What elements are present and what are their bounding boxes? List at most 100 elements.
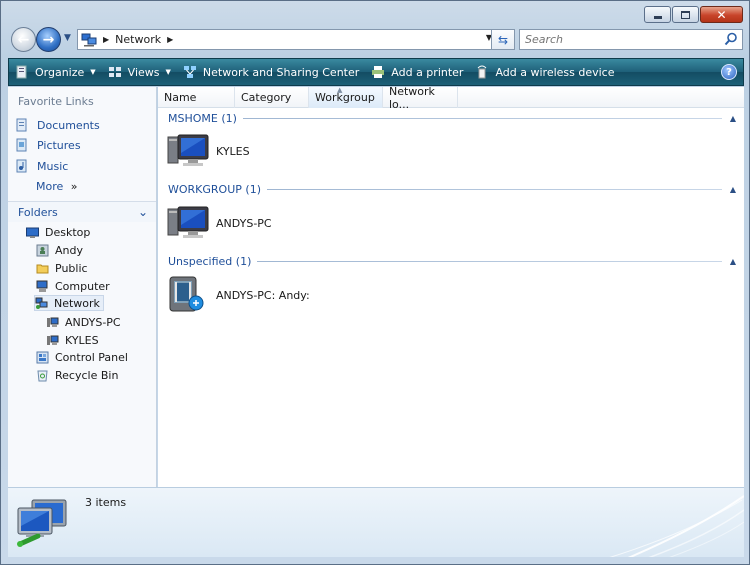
list-item[interactable]: KYLES <box>166 131 250 171</box>
favorite-label: Documents <box>37 118 100 132</box>
collapse-icon[interactable]: ▲ <box>726 257 740 266</box>
pictures-icon <box>16 138 27 152</box>
collapse-icon[interactable]: ▲ <box>726 114 740 123</box>
column-label: Name <box>164 91 197 104</box>
search-input[interactable] <box>520 33 710 46</box>
chevron-down-icon: ▼ <box>165 68 171 76</box>
organize-button[interactable]: Organize ▼ <box>9 58 102 86</box>
column-label: Workgroup <box>315 91 375 104</box>
tree-item-desktop[interactable]: Desktop <box>26 224 90 240</box>
views-button[interactable]: Views ▼ <box>102 58 177 86</box>
tree-label: Recycle Bin <box>55 368 119 382</box>
help-button[interactable]: ? <box>721 64 737 80</box>
computer-icon <box>36 280 48 292</box>
group-divider <box>242 117 722 119</box>
column-label: Category <box>241 91 292 104</box>
favorite-music[interactable]: Music <box>15 159 68 173</box>
tree-item-andy[interactable]: Andy <box>36 242 83 258</box>
group-title: WORKGROUP (1) <box>168 182 261 196</box>
add-printer-label: Add a printer <box>391 65 464 79</box>
explorer-window: ✕ ← → ▼ ▶ Network ▶ ▼ ⇆ Search Organize … <box>0 0 750 565</box>
item-label: KYLES <box>216 144 250 158</box>
tree-item-kyles[interactable]: KYLES <box>46 332 99 348</box>
close-icon: ✕ <box>716 7 727 22</box>
minimize-button[interactable] <box>644 6 671 23</box>
recent-pages-dropdown-icon[interactable]: ▼ <box>64 33 71 43</box>
tree-item-computer[interactable]: Computer <box>36 278 110 294</box>
control-panel-icon <box>36 351 49 363</box>
tree-item-public[interactable]: Public <box>36 260 88 276</box>
list-item[interactable]: ANDYS-PC: Andy: <box>166 275 310 315</box>
forward-arrow-icon: → <box>42 31 55 48</box>
back-arrow-icon: ← <box>17 31 30 48</box>
back-button[interactable]: ← <box>11 27 36 52</box>
column-headers: Name Category ▲ Workgroup Network lo... <box>158 84 744 111</box>
search-icon[interactable] <box>724 32 738 46</box>
desktop-icon <box>26 227 39 238</box>
address-bar[interactable]: ▶ Network ▶ ▼ <box>77 29 499 50</box>
refresh-button[interactable]: ⇆ <box>491 29 515 50</box>
favorite-pictures[interactable]: Pictures <box>15 138 81 152</box>
favorite-label: Pictures <box>37 138 81 152</box>
printer-icon <box>372 66 385 78</box>
folder-icon <box>36 264 49 273</box>
tree-item-network[interactable]: Network <box>34 295 104 311</box>
wireless-device-icon <box>478 65 487 79</box>
tree-item-control-panel[interactable]: Control Panel <box>36 349 128 365</box>
group-divider <box>257 260 722 262</box>
group-header-mshome[interactable]: MSHOME (1) ▲ <box>168 111 740 125</box>
search-box[interactable] <box>519 29 743 50</box>
list-item[interactable]: ANDYS-PC <box>166 203 272 243</box>
tree-label: Computer <box>55 279 110 293</box>
close-button[interactable]: ✕ <box>700 6 743 23</box>
user-folder-icon <box>36 244 49 256</box>
group-divider <box>266 188 722 190</box>
pc-icon <box>47 317 59 327</box>
organize-label: Organize <box>35 65 85 79</box>
network-sharing-center-label: Network and Sharing Center <box>202 65 360 79</box>
column-header-workgroup[interactable]: ▲ Workgroup <box>309 86 383 108</box>
breadcrumb-network[interactable]: Network <box>115 33 161 46</box>
chevron-down-icon: ▼ <box>90 68 96 76</box>
maximize-icon <box>681 10 690 19</box>
navigation-bar: ← → ▼ ▶ Network ▶ ▼ ⇆ <box>9 27 743 53</box>
tree-label: ANDYS-PC <box>65 315 121 329</box>
forward-button[interactable]: → <box>36 27 61 52</box>
add-printer-button[interactable]: Add a printer <box>365 58 469 86</box>
breadcrumb-separator-icon[interactable]: ▶ <box>103 35 109 44</box>
folders-header[interactable]: Folders ⌄ <box>8 201 156 222</box>
add-wireless-device-button[interactable]: Add a wireless device <box>469 58 620 86</box>
chevron-down-icon: ⌄ <box>137 205 148 219</box>
tree-label: Andy <box>55 243 83 257</box>
favorite-label: Music <box>37 159 69 173</box>
computer-icon <box>167 134 209 166</box>
network-sharing-center-button[interactable]: Network and Sharing Center <box>177 58 365 86</box>
favorite-documents[interactable]: Documents <box>15 118 100 132</box>
caption-buttons: ✕ <box>644 6 743 23</box>
collapse-icon[interactable]: ▲ <box>726 185 740 194</box>
group-header-workgroup[interactable]: WORKGROUP (1) ▲ <box>168 182 740 196</box>
help-icon: ? <box>726 66 732 78</box>
group-header-unspecified[interactable]: Unspecified (1) ▲ <box>168 254 740 268</box>
views-icon <box>108 67 121 77</box>
network-icon <box>35 297 48 309</box>
breadcrumb-chevron-icon[interactable]: ▶ <box>167 35 173 44</box>
add-wireless-device-label: Add a wireless device <box>495 65 615 79</box>
column-header-name[interactable]: Name <box>158 87 235 108</box>
minimize-icon <box>653 15 662 19</box>
tree-item-recycle-bin[interactable]: Recycle Bin <box>36 367 118 383</box>
file-list: Name Category ▲ Workgroup Network lo... … <box>158 84 744 487</box>
maximize-button[interactable] <box>672 6 699 23</box>
column-header-category[interactable]: Category <box>235 87 309 108</box>
pc-icon <box>47 335 59 345</box>
column-header-network-location[interactable]: Network lo... <box>383 84 458 111</box>
tree-label: Control Panel <box>55 350 128 364</box>
tree-label: Desktop <box>45 225 91 239</box>
tree-item-andys-pc[interactable]: ANDYS-PC <box>46 314 121 330</box>
music-icon <box>16 159 27 173</box>
group-title: Unspecified (1) <box>168 254 252 268</box>
details-pane: 3 items <box>8 487 744 557</box>
network-icon <box>81 33 97 46</box>
more-links[interactable]: More » <box>36 180 78 193</box>
column-label: Network lo... <box>389 84 435 111</box>
